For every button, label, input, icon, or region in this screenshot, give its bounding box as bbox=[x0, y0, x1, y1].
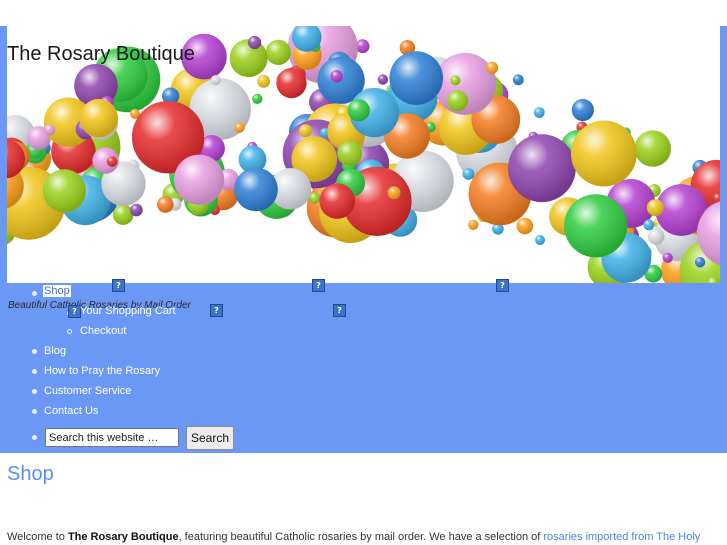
search-button[interactable]: Search bbox=[186, 426, 234, 450]
bubble-shine bbox=[79, 98, 119, 138]
bubble-shine bbox=[276, 68, 307, 99]
nav-link-customer-service[interactable]: Customer Service bbox=[44, 385, 131, 397]
nav-link-how-to-pray[interactable]: How to Pray the Rosary bbox=[44, 365, 160, 377]
main-content: Shop Welcome to The Rosary Boutique, fea… bbox=[0, 453, 727, 545]
bubble-shine bbox=[210, 75, 221, 86]
bubble-shine bbox=[106, 156, 118, 167]
bubble-shine bbox=[234, 167, 278, 212]
bullet-icon bbox=[32, 435, 37, 440]
bubble-shine bbox=[319, 183, 356, 219]
bubble-shine bbox=[646, 199, 664, 217]
bubble-shine bbox=[468, 219, 479, 230]
top-strip bbox=[0, 0, 727, 26]
intro-middle: , featuring beautiful Catholic rosaries … bbox=[178, 531, 544, 543]
bubble-shine bbox=[571, 98, 594, 122]
bubble-shine bbox=[299, 124, 312, 138]
bubble-shine bbox=[157, 196, 174, 213]
nav-link-your-shopping-cart[interactable]: Your Shopping Cart bbox=[80, 305, 176, 317]
broken-image-icon: ? bbox=[112, 279, 125, 292]
broken-image-icon: ? bbox=[496, 279, 509, 292]
nav-link-shop[interactable]: Shop bbox=[43, 285, 71, 297]
bullet-icon bbox=[32, 389, 37, 394]
bubble-shine bbox=[564, 194, 628, 258]
bubble-shine bbox=[450, 75, 461, 86]
bubble-shine bbox=[248, 35, 262, 50]
header-banner: The Rosary Boutique bbox=[7, 26, 720, 283]
bubble-shine bbox=[694, 257, 706, 268]
bubble-shine bbox=[337, 141, 363, 166]
page-title: Shop bbox=[7, 463, 54, 485]
bubble-shine bbox=[257, 74, 270, 88]
bubble-shine bbox=[347, 99, 370, 122]
search-input[interactable] bbox=[45, 428, 179, 447]
intro-paragraph: Welcome to The Rosary Boutique, featurin… bbox=[7, 531, 700, 543]
bubble-shine bbox=[387, 186, 401, 200]
broken-image-icon: ? bbox=[210, 304, 223, 317]
nav-link-blog[interactable]: Blog bbox=[44, 345, 66, 357]
bubble-shine bbox=[330, 70, 343, 83]
site-title[interactable]: The Rosary Boutique bbox=[7, 43, 195, 66]
bullet-icon bbox=[32, 349, 37, 354]
bullet-icon bbox=[32, 409, 37, 414]
bullet-icon bbox=[32, 291, 37, 296]
bubble-shine bbox=[533, 107, 545, 118]
bubble-shine bbox=[634, 130, 671, 167]
bubble-shine bbox=[486, 61, 499, 74]
bubble-shine bbox=[42, 169, 86, 213]
bubble-shine bbox=[130, 203, 143, 217]
bubble-shine bbox=[647, 228, 665, 245]
nav-link-contact-us[interactable]: Contact Us bbox=[44, 405, 98, 417]
bubble-shine bbox=[309, 192, 321, 204]
broken-image-icon: ? bbox=[333, 304, 346, 317]
bubble-shine bbox=[516, 217, 534, 235]
bubble-shine bbox=[462, 168, 475, 180]
bubble-shine bbox=[508, 134, 576, 203]
bullet-icon bbox=[32, 369, 37, 374]
broken-image-icon: ? bbox=[312, 279, 325, 292]
bubble-shine bbox=[265, 39, 291, 65]
bubble-shine bbox=[234, 122, 245, 133]
bubble-shine bbox=[662, 252, 673, 263]
bubble-shine bbox=[44, 124, 56, 136]
bubble-shine bbox=[389, 51, 444, 105]
bubble-shine bbox=[570, 120, 637, 187]
bubble-shine bbox=[174, 154, 225, 205]
bubble-shine bbox=[377, 74, 389, 85]
intro-prefix: Welcome to bbox=[7, 531, 68, 543]
intro-brand: The Rosary Boutique bbox=[67, 531, 179, 543]
nav-link-checkout[interactable]: Checkout bbox=[80, 325, 126, 337]
bullet-icon bbox=[67, 329, 72, 334]
bubble-shine bbox=[252, 93, 263, 104]
bubble-shine bbox=[512, 74, 524, 86]
rosaries-imported-link[interactable]: rosaries imported from The Holy bbox=[543, 531, 700, 543]
bubble-shine bbox=[447, 90, 468, 112]
bubble-shine bbox=[535, 235, 545, 245]
bubble-shine bbox=[643, 219, 655, 231]
